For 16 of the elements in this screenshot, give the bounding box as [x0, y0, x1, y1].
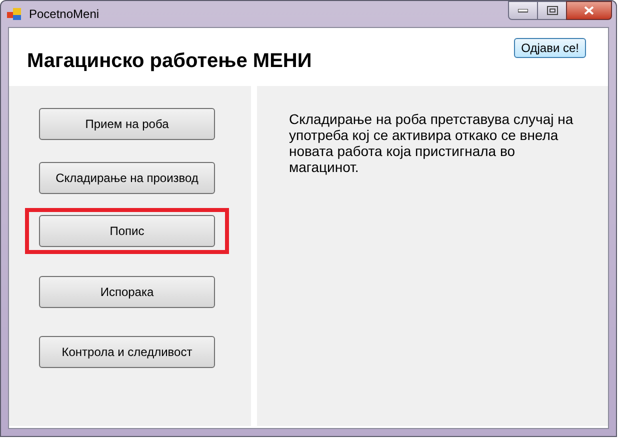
page-heading: Магацинско работење МЕНИ [27, 49, 312, 74]
maximize-button[interactable] [538, 1, 566, 20]
close-button[interactable] [566, 1, 612, 20]
description-text: Складирање на роба претставува случај на употреба кој се активира откако се внела новата работа која пристигнала во магацинот. [289, 111, 574, 175]
logout-button[interactable]: Одјави се! [514, 38, 586, 58]
window-title: PocetnoMeni [29, 6, 100, 23]
minimize-button[interactable] [508, 1, 538, 20]
close-icon [584, 6, 594, 15]
minimize-icon [518, 8, 528, 12]
menu-button[interactable]: Контрола и следливост [39, 336, 215, 368]
menu-button[interactable]: Складирање на производ [39, 162, 215, 194]
menu-button[interactable]: Испорака [39, 276, 215, 308]
menu-button[interactable]: Попис [39, 215, 215, 247]
maximize-icon [546, 6, 558, 15]
menu-button[interactable]: Прием на роба [39, 108, 215, 140]
app-icon [7, 8, 21, 20]
